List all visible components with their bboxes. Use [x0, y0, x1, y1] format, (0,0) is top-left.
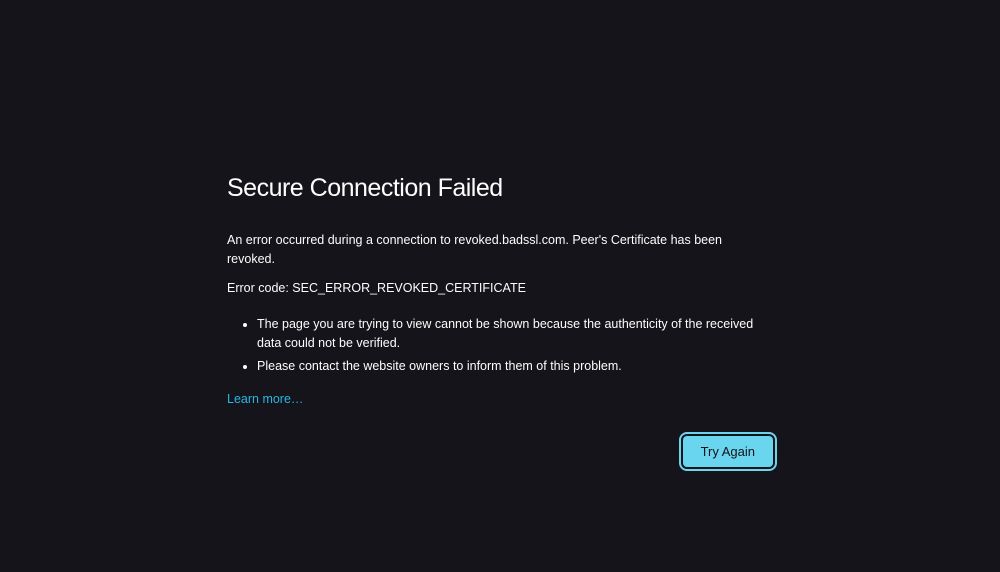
- error-message: An error occurred during a connection to…: [227, 231, 773, 269]
- error-code: Error code: SEC_ERROR_REVOKED_CERTIFICAT…: [227, 279, 773, 298]
- error-title: Secure Connection Failed: [227, 174, 773, 203]
- error-container: Secure Connection Failed An error occurr…: [227, 174, 773, 467]
- try-again-button[interactable]: Try Again: [683, 436, 773, 467]
- list-item: Please contact the website owners to inf…: [257, 357, 773, 376]
- learn-more-link[interactable]: Learn more…: [227, 392, 303, 406]
- error-details-list: The page you are trying to view cannot b…: [227, 315, 773, 375]
- button-row: Try Again: [227, 436, 773, 467]
- list-item: The page you are trying to view cannot b…: [257, 315, 773, 353]
